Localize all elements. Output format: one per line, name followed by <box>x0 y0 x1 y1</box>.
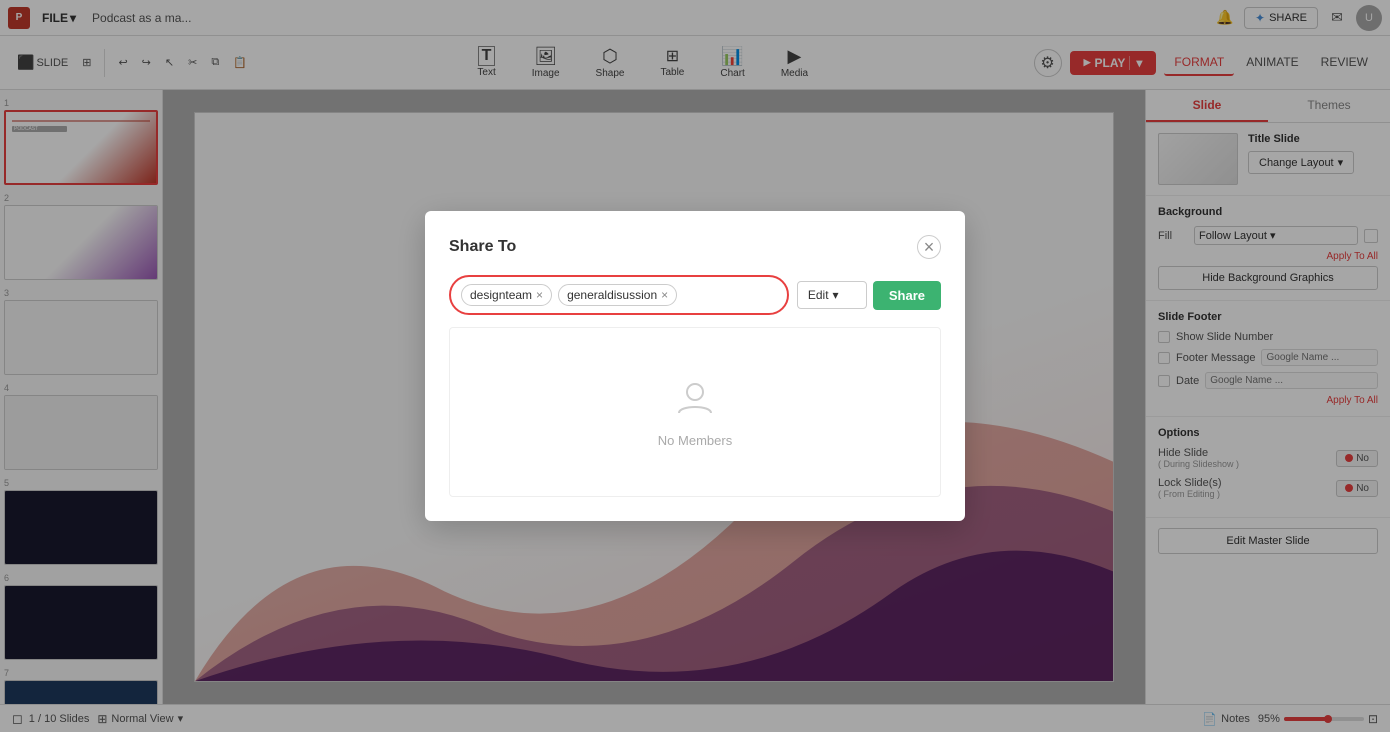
members-area: No Members <box>449 327 941 497</box>
permission-select[interactable]: Edit ▾ <box>797 281 867 309</box>
share-tag-0: designteam × <box>461 284 552 306</box>
share-modal: Share To × designteam × generaldisussion… <box>425 211 965 521</box>
modal-title: Share To <box>449 238 516 256</box>
modal-overlay: Share To × designteam × generaldisussion… <box>0 0 1390 732</box>
no-members-icon <box>675 377 715 425</box>
share-tags-container[interactable]: designteam × generaldisussion × <box>449 275 789 315</box>
modal-close-btn[interactable]: × <box>917 235 941 259</box>
modal-header: Share To × <box>449 235 941 259</box>
share-tag-1-close[interactable]: × <box>661 289 668 301</box>
share-tag-1: generaldisussion × <box>558 284 677 306</box>
no-members-text: No Members <box>658 433 732 448</box>
share-tag-0-close[interactable]: × <box>536 289 543 301</box>
permission-dropdown-arrow: ▾ <box>833 288 839 302</box>
share-confirm-btn[interactable]: Share <box>873 281 941 310</box>
share-input-right: Edit ▾ Share <box>797 281 941 310</box>
share-input-row: designteam × generaldisussion × Edit ▾ S… <box>449 275 941 315</box>
